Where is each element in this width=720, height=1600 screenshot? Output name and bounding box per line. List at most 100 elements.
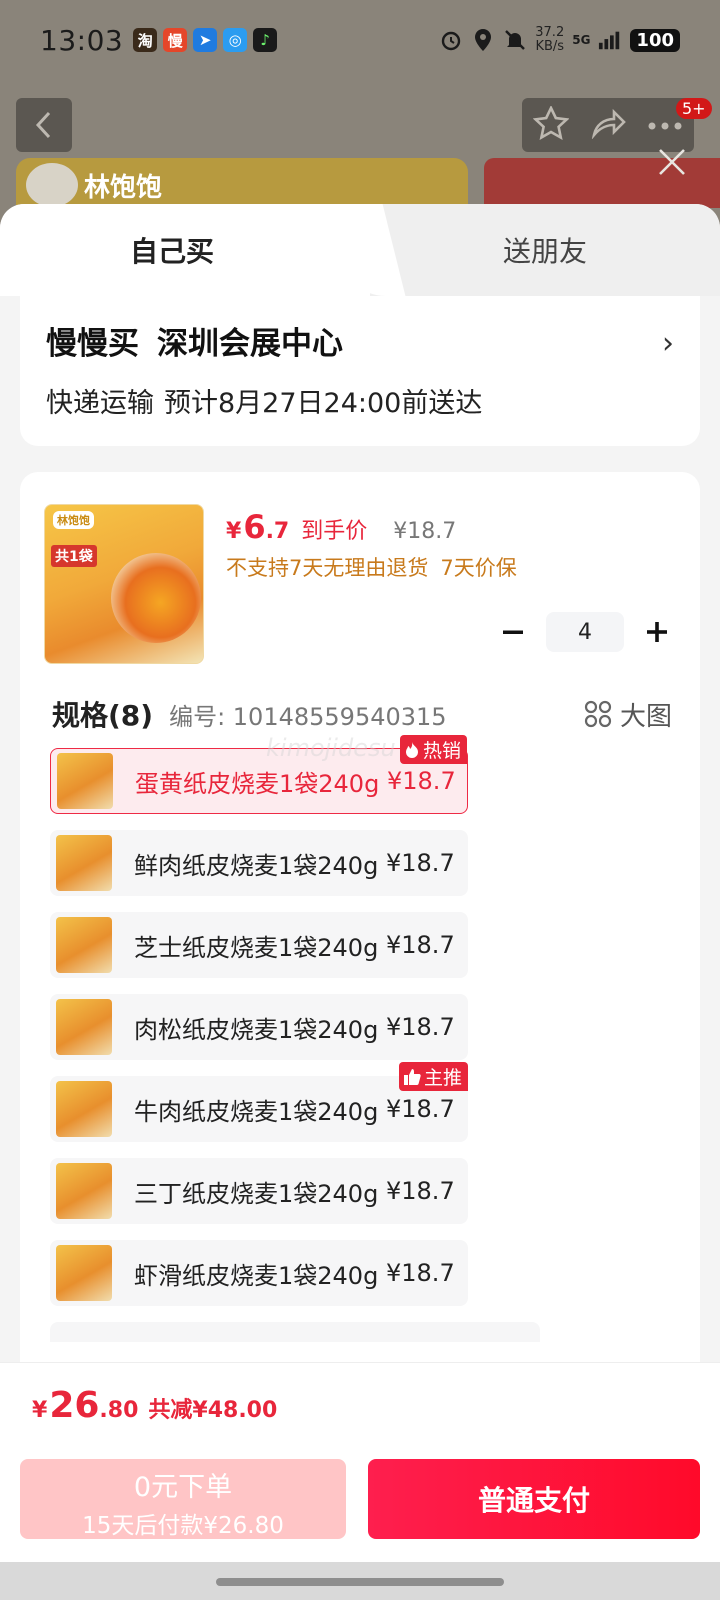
zero-order-label: 0元下单 [133,1472,233,1503]
spec-price: ¥18.7 [386,1095,455,1123]
spec-price: ¥18.7 [386,1177,455,1205]
spec-price: ¥18.7 [386,1259,455,1287]
spec-option[interactable]: 肉松纸皮烧麦1袋240g ¥18.7 [50,994,468,1060]
delivery-eta: 预计8月27日24:00前送达 [164,388,483,419]
spec-title: 规格(8) [52,699,154,732]
checkout-footer: ¥ 26 .80 共减¥48.00 0元下单 15天后付款¥26.80 普通支付 [0,1362,720,1562]
quantity-stepper: 4 [494,612,676,652]
spec-option[interactable]: 三丁纸皮烧麦1袋240g ¥18.7 [50,1158,468,1224]
delivery-method: 快递运输 [46,388,154,419]
spec-thumbnail [56,1245,112,1301]
chevron-right-icon[interactable]: › [662,326,674,361]
badge-label: 主推 [423,1067,462,1089]
chevron-left-icon [35,111,51,139]
back-button[interactable] [16,98,72,152]
original-price: ¥18.7 [393,519,457,544]
purchase-sheet: 自己买 送朋友 慢慢买 深圳会展中心 › 快递运输 预计8月27日24:00前送… [0,204,720,1562]
spec-name: 三丁纸皮烧麦1袋240g [134,1179,379,1208]
thumb-tag: 共1袋 [51,545,97,567]
pay-button[interactable]: 普通支付 [368,1459,700,1539]
view-big-button[interactable]: 大图 [584,696,672,733]
spec-name: 牛肉纸皮烧麦1袋240g [134,1097,379,1126]
spec-price: ¥18.7 [386,931,455,959]
purchase-tabs: 自己买 送朋友 [0,204,720,296]
zero-order-sub: 15天后付款¥26.80 [82,1513,284,1539]
more-icon[interactable] [647,116,683,135]
plus-button[interactable] [638,613,676,651]
spec-name: 鲜肉纸皮烧麦1袋240g [134,851,379,880]
spec-option[interactable]: 鲜肉纸皮烧麦1袋240g ¥18.7 [50,830,468,896]
brand-logo-text: 林饱饱 [84,172,163,203]
hot-sale-badge: 热销 [399,735,467,764]
net-speed-unit: KB/s [535,39,565,54]
status-app-icons: 淘 慢 ➤ ◎ ♪ [133,28,278,52]
address-card[interactable]: 慢慢买 深圳会展中心 › 快递运输 预计8月27日24:00前送达 [20,296,700,446]
battery-level: 100 [630,28,680,52]
spec-option[interactable]: 牛肉纸皮烧麦1袋240g ¥18.7 主推 [50,1062,468,1142]
spec-name: 蛋黄纸皮烧麦1袋240g [135,769,380,798]
thumbs-up-icon [403,1068,421,1085]
status-right: 37.2 KB/s 5G 100 [439,26,680,54]
flame-icon [405,741,418,758]
home-indicator[interactable] [216,1578,504,1586]
spec-thumbnail [56,1081,112,1137]
gesture-area [0,1562,720,1600]
favorite-star-icon[interactable] [532,104,570,144]
address-service: 慢慢买 [46,326,139,362]
alarm-icon [439,28,463,52]
close-icon[interactable] [654,144,690,180]
spec-header: 规格(8) 编号: 10148559540315 大图 [52,694,672,734]
quantity-input[interactable]: 4 [546,612,624,652]
address-line: 慢慢买 深圳会展中心 [46,318,674,363]
spec-option[interactable]: 芝士纸皮烧麦1袋240g ¥18.7 [50,912,468,978]
grid-icon [584,700,612,728]
spec-thumbnail [56,1163,112,1219]
spec-option[interactable]: 蛋黄纸皮烧麦1袋240g ¥18.7 热销 [50,735,468,814]
signal-icon [598,28,622,52]
plus-icon [647,622,667,642]
policy-row: 不支持7天无理由退货 7天价保 [226,552,517,582]
status-time: 13:03 [40,23,124,57]
brand-logo: 林饱饱 [26,163,162,207]
status-bar: 13:03 淘 慢 ➤ ◎ ♪ 37.2 KB/s 5G 100 [0,0,720,80]
spec-list: 蛋黄纸皮烧麦1袋240g ¥18.7 热销 鲜肉纸皮烧麦1袋240g ¥18.7… [50,735,540,1342]
tab-buy-self[interactable]: 自己买 [0,204,370,296]
product-image[interactable]: 林饱饱 共1袋 [44,504,204,664]
spec-thumbnail [56,917,112,973]
spec-option[interactable]: 虾滑纸皮烧麦1袋240g ¥18.7 [50,1240,468,1306]
share-icon[interactable] [590,107,626,143]
return-policy: 不支持7天无理由退货 [226,556,429,580]
price-dec: .7 [265,519,290,544]
spec-option-partial[interactable] [50,1322,540,1342]
minus-button[interactable] [494,613,532,651]
spec-thumbnail [57,753,113,809]
spec-price: ¥18.7 [387,767,456,795]
mute-icon [503,28,527,52]
total-savings: 共减¥48.00 [148,1398,278,1423]
pay-label: 普通支付 [477,1484,590,1517]
tab-gift-friend[interactable]: 送朋友 [370,204,720,296]
total-dec: .80 [99,1398,139,1423]
price-protection: 7天价保 [440,556,517,580]
minus-icon [503,630,523,634]
spec-price: ¥18.7 [386,849,455,877]
manman-icon: 慢 [163,28,188,52]
notification-badge: 5+ [676,98,712,119]
net-speed-value: 37.2 [535,25,565,40]
background-page: 13:03 淘 慢 ➤ ◎ ♪ 37.2 KB/s 5G 100 5+ 林饱饱 [0,0,720,230]
spec-thumbnail [56,835,112,891]
price-int: 6 [243,508,266,546]
spec-price: ¥18.7 [386,1013,455,1041]
address-location: 深圳会展中心 [157,326,343,362]
network-type: 5G [572,33,591,47]
total-int: 26 [49,1385,100,1426]
thumb-logo: 林饱饱 [53,511,94,529]
recommended-badge: 主推 [398,1062,468,1091]
zero-order-button[interactable]: 0元下单 15天后付款¥26.80 [20,1459,346,1539]
watermark: kimojidesu [266,734,396,762]
app-blue-icon: ➤ [193,28,218,52]
product-code: 编号: 10148559540315 [169,702,447,731]
bear-logo-icon [26,163,78,207]
dumpling-image [111,553,201,643]
tab-buy-self-label: 自己买 [129,235,214,268]
